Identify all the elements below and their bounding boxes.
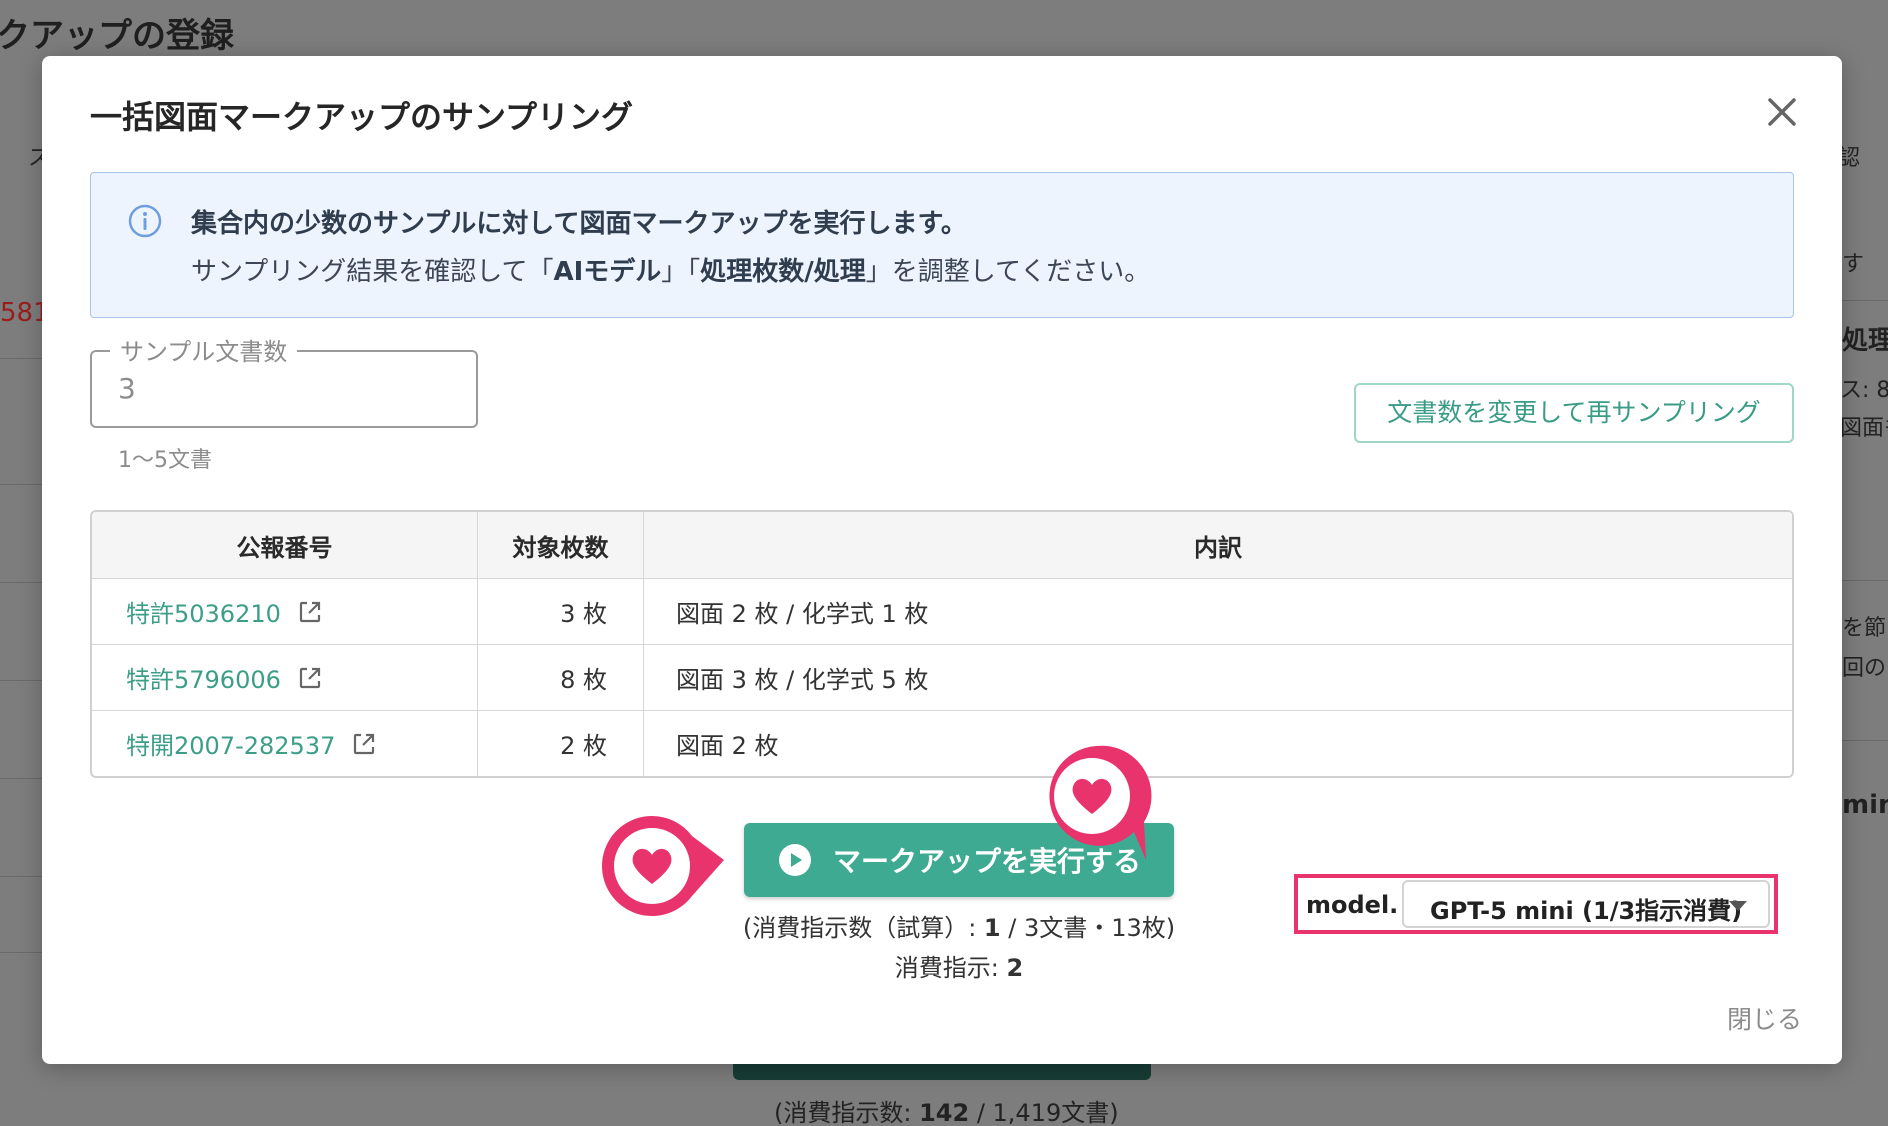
publication-link[interactable]: 特開2007-282537 [126,726,335,761]
background-divider [0,582,42,583]
page-count: 2 枚 [478,711,644,776]
info-message-title: 集合内の少数のサンプルに対して図面マークアップを実行します。 [191,209,967,239]
background-divider [1842,740,1888,741]
external-link-icon[interactable] [297,665,323,691]
sampling-modal: 一括図面マークアップのサンプリング 集合内の少数のサンプルに対して図面マークアッ… [42,56,1842,1064]
heart-marker-icon [1049,745,1152,860]
column-header-publication: 公報番号 [92,512,478,578]
caret-down-icon [1729,901,1747,911]
sample-count-label: サンプル文書数 [110,332,298,367]
info-message-body: サンプリング結果を確認して「AIモデル」「処理枚数/処理」を調整してください。 [191,257,1151,287]
table-row: 特許5036210 3 枚 図面 2 枚 / 化学式 1 枚 [92,578,1792,644]
background-fragment: ス: 8, [1840,378,1888,403]
table-row: 特許5796006 8 枚 図面 3 枚 / 化学式 5 枚 [92,644,1792,710]
background-divider [0,680,42,681]
background-divider [0,484,42,485]
background-page-title: クアップの登録 [0,16,234,56]
background-cost-note: (消費指示数: 142 / 1,419文書) [774,1099,1119,1126]
background-divider [1842,300,1888,301]
sample-count-field: サンプル文書数 [90,332,478,428]
info-icon [128,204,162,238]
model-selector-highlight: model. GPT-5 mini (1/3指示消費) [1294,874,1778,934]
publication-link[interactable]: 特許5796006 [126,660,281,695]
background-divider [1842,580,1888,581]
background-fragment: mini ( [1842,790,1888,820]
sample-count-input[interactable] [118,372,458,405]
sample-count-help: 1〜5文書 [118,448,212,473]
resample-button[interactable]: 文書数を変更して再サンプリング [1354,383,1794,443]
close-button[interactable]: 閉じる [1727,1000,1802,1036]
table-row: 特開2007-282537 2 枚 図面 2 枚 [92,710,1792,776]
publication-link[interactable]: 特許5036210 [126,594,281,629]
page-count: 8 枚 [478,645,644,710]
background-fragment: 処理 [1842,326,1888,356]
play-icon [778,844,811,876]
background-fragment: 図面も [1840,416,1888,441]
model-selected-value: GPT-5 mini (1/3指示消費) [1430,897,1743,925]
external-link-icon[interactable] [297,599,323,625]
background-divider [0,778,42,779]
info-alert: 集合内の少数のサンプルに対して図面マークアップを実行します。 サンプリング結果を… [90,172,1794,318]
modal-title: 一括図面マークアップのサンプリング [90,98,634,136]
instruction-cost: 消費指示: 2 [894,954,1024,982]
page-breakdown: 図面 2 枚 / 化学式 1 枚 [676,600,929,628]
heart-marker-icon [602,816,724,916]
background-divider [0,358,42,359]
background-fragment: 回の [1842,656,1887,681]
column-header-detail: 内訳 [1194,533,1242,562]
page-breakdown: 図面 2 枚 [676,732,779,760]
column-header-count: 対象枚数 [478,512,644,578]
page-count: 3 枚 [478,579,644,644]
estimated-cost: (消費指示数（試算）: 1 / 3文書・13枚) [742,914,1176,942]
close-icon[interactable] [1762,92,1802,132]
sample-table: 公報番号 対象枚数 内訳 特許5036210 3 枚 図面 2 枚 / 化学式 … [90,510,1794,778]
background-divider [0,876,42,877]
background-fragment: を節 [1842,616,1887,641]
external-link-icon[interactable] [351,731,377,757]
page-breakdown: 図面 3 枚 / 化学式 5 枚 [676,666,929,694]
model-select[interactable]: GPT-5 mini (1/3指示消費) [1402,880,1770,928]
background-fragment: す [1842,252,1865,277]
background-divider [0,952,42,953]
model-label: model. [1306,891,1399,919]
table-header-row: 公報番号 対象枚数 内訳 [92,512,1792,578]
